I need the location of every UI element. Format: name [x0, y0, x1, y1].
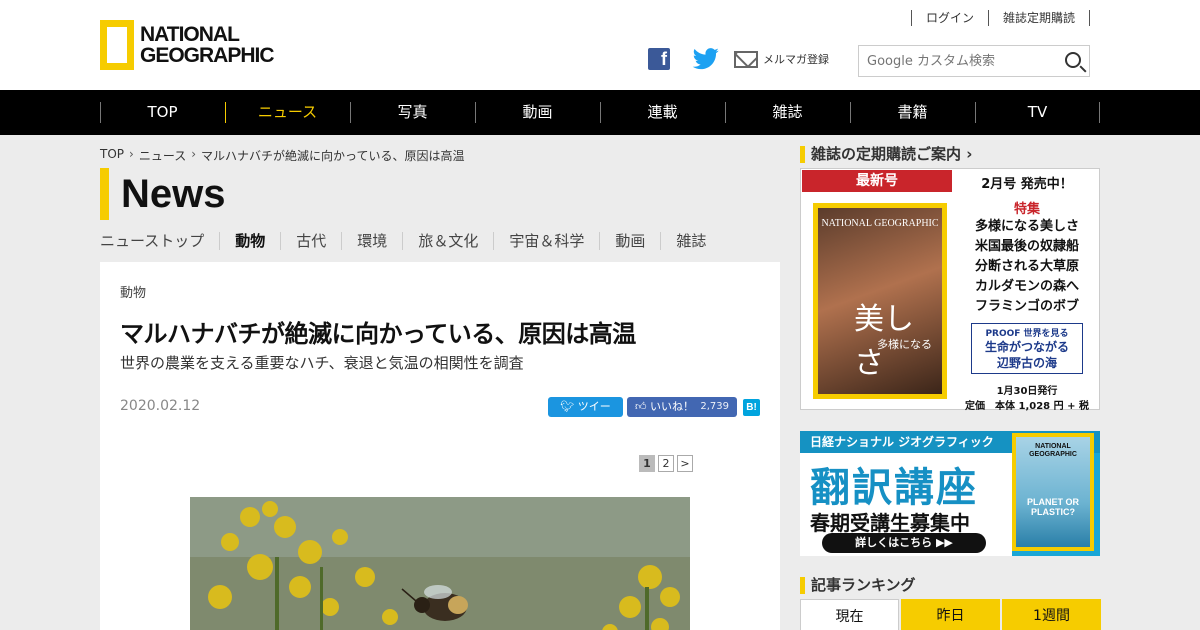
nav-item-tv[interactable]: TV [975, 90, 1100, 135]
page-next[interactable]: > [677, 455, 693, 472]
bee-on-goldenrod-image [190, 497, 690, 630]
page-current: 1 [639, 455, 655, 472]
search-icon[interactable] [1065, 52, 1081, 68]
feature-item: 分断される大草原 [974, 259, 1079, 274]
share-buttons: 🐦︎ ツイート 👍︎ いいね！ 2,739 B! [548, 397, 760, 433]
like-count: 2,739 [700, 401, 729, 412]
article-photo [190, 497, 690, 630]
ranking-heading: 記事ランキング [800, 577, 916, 594]
subnav-item[interactable]: ニューストップ [100, 232, 219, 250]
magazine-promo[interactable]: 最新号 NATIONAL GEOGRAPHIC 多様になる 美しさ 2月号 発売… [800, 168, 1100, 412]
article-card: 動物 マルハナバチが絶滅に向かっている、原因は高温 世界の農業を支える重要なハチ… [100, 262, 780, 630]
subnav-item[interactable]: 宇宙＆科学 [493, 232, 599, 250]
facebook-icon[interactable]: f [648, 48, 670, 70]
newsletter-label: メルマガ登録 [763, 53, 829, 66]
article-category[interactable]: 動物 [120, 282, 146, 301]
social-links: f メルマガ登録 [648, 48, 829, 70]
cover-masthead: NATIONAL GEOGRAPHIC [821, 218, 939, 229]
site-header: NATIONAL GEOGRAPHIC ログイン 雑誌定期購読 f メルマガ登録 [0, 0, 1200, 90]
tab-yesterday[interactable]: 昨日 [901, 599, 1000, 630]
chevron-right-icon: › [191, 147, 197, 161]
tab-now[interactable]: 現在 [800, 599, 899, 630]
subnav-item[interactable]: 動画 [599, 232, 660, 250]
breadcrumb-item[interactable]: TOP [100, 147, 124, 164]
logo-yellow-frame [100, 20, 134, 70]
chevron-right-icon: › [966, 145, 973, 163]
subscription-heading[interactable]: 雑誌の定期購読ご案内 › [800, 146, 972, 163]
ad-details-button[interactable]: 詳しくはこちら ▶▶ [822, 533, 986, 553]
nav-item-magazine[interactable]: 雑誌 [725, 90, 850, 135]
nav-item-photo[interactable]: 写真 [350, 90, 475, 135]
ranking-tabs: 現在 昨日 1週間 [800, 599, 1103, 630]
subnav-item[interactable]: 旅＆文化 [402, 232, 493, 250]
thumbs-up-icon: 👍︎ [635, 400, 647, 413]
top-links: ログイン 雑誌定期購読 [910, 10, 1090, 26]
like-button[interactable]: 👍︎ いいね！ 2,739 [627, 397, 737, 417]
translation-course-ad[interactable]: 日経ナショナル ジオグラフィック 翻訳講座 春期受講生募集中 詳しくはこちら ▶… [800, 431, 1100, 556]
ad-magazine-cover: NATIONAL GEOGRAPHIC PLANET OR PLASTIC? [1012, 433, 1094, 551]
section-title: News [100, 168, 226, 220]
subscribe-link[interactable]: 雑誌定期購読 [987, 10, 1090, 26]
search-box [858, 45, 1090, 77]
twitter-icon[interactable] [692, 48, 720, 70]
breadcrumb: TOP › ニュース › マルハナバチが絶滅に向かっている、原因は高温 [100, 147, 464, 164]
site-logo[interactable]: NATIONAL GEOGRAPHIC [100, 20, 275, 70]
feature-item: 米国最後の奴隷船 [974, 239, 1079, 254]
feature-label: 特集 [1013, 202, 1040, 217]
ad-title: 翻訳講座 [810, 464, 978, 511]
login-link[interactable]: ログイン [910, 10, 988, 26]
feature-item: フラミンゴのボブ [974, 299, 1079, 314]
feature-item: 多様になる美しさ [974, 219, 1079, 234]
pagination: 1 2 > [636, 455, 693, 472]
proof-box: PROOF 世界を見る 生命がつながる 辺野古の海 [971, 323, 1083, 374]
logo-line2: GEOGRAPHIC [140, 44, 275, 67]
nav-item-news[interactable]: ニュース [225, 90, 350, 135]
article-date: 2020.02.12 [120, 398, 201, 414]
magazine-price: 定価 本体 1,028 円 + 税 [965, 401, 1089, 412]
feature-item: カルダモンの森へ [974, 279, 1079, 294]
breadcrumb-current: マルハナバチが絶滅に向かっている、原因は高温 [201, 149, 465, 163]
hatena-bookmark-button[interactable]: B! [743, 398, 760, 416]
tweet-button[interactable]: 🐦︎ ツイート [548, 397, 623, 433]
magazine-cover: NATIONAL GEOGRAPHIC 多様になる 美しさ [813, 203, 947, 399]
mail-icon [734, 50, 758, 68]
news-subnav: ニューストップ 動物 古代 環境 旅＆文化 宇宙＆科学 動画 雑誌 [100, 232, 721, 250]
tab-week[interactable]: 1週間 [1002, 599, 1101, 630]
latest-issue-banner: 最新号 [802, 170, 952, 192]
ad-subtitle: 春期受講生募集中 [810, 511, 970, 535]
chevron-right-icon: › [129, 147, 134, 161]
subnav-item-current[interactable]: 動物 [219, 232, 280, 250]
page-link[interactable]: 2 [658, 455, 674, 472]
breadcrumb-item[interactable]: ニュース [139, 147, 186, 164]
cover-title-big: 美しさ [854, 302, 914, 381]
article-subheadline: 世界の農業を支える重要なハチ、衰退と気温の相関性を調査 [120, 354, 524, 372]
article-headline: マルハナバチが絶滅に向かっている、原因は高温 [120, 320, 636, 348]
nav-item-series[interactable]: 連載 [600, 90, 725, 135]
main-nav: TOP ニュース 写真 動画 連載 雑誌 書籍 TV [0, 90, 1200, 135]
release-date: 1月30日発行 [996, 386, 1058, 397]
nav-item-video[interactable]: 動画 [475, 90, 600, 135]
subnav-item[interactable]: 古代 [280, 232, 341, 250]
search-input[interactable] [859, 46, 1049, 76]
newsletter-link[interactable]: メルマガ登録 [734, 50, 829, 68]
magazine-issue: 2月号 発売中！ [981, 177, 1073, 192]
twitter-icon: 🐦︎ [560, 400, 575, 413]
subnav-item[interactable]: 雑誌 [660, 232, 721, 250]
logo-line1: NATIONAL [140, 23, 240, 46]
nav-item-books[interactable]: 書籍 [850, 90, 975, 135]
nav-item-top[interactable]: TOP [100, 90, 225, 135]
subnav-item[interactable]: 環境 [341, 232, 402, 250]
